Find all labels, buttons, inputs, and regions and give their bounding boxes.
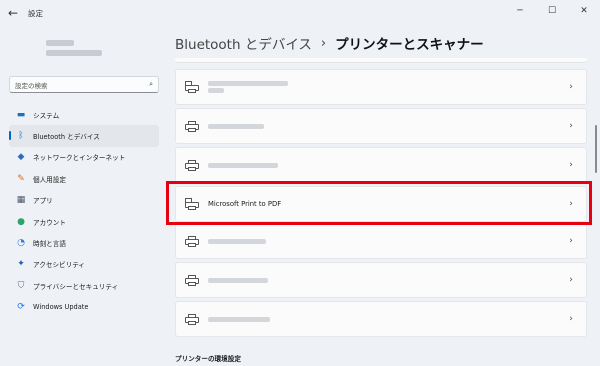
- close-icon: ✕: [580, 6, 588, 16]
- back-arrow-icon: ←: [7, 6, 19, 20]
- chevron-right-icon: ›: [569, 275, 573, 285]
- sidebar-item[interactable]: ᛒ Bluetooth とデバイス: [9, 125, 159, 147]
- printer-name-blur: [208, 81, 288, 86]
- sidebar-item[interactable]: ◔ 時刻と言語: [9, 232, 159, 253]
- monitor-icon: ▬: [16, 109, 26, 120]
- sidebar-item-label: 個人用設定: [33, 175, 66, 184]
- list-top-edge: [175, 58, 587, 63]
- printer-status-blur: [208, 88, 224, 93]
- maximize-button[interactable]: ☐: [536, 0, 568, 22]
- sidebar-item-label: システム: [33, 111, 60, 120]
- breadcrumb-separator-icon: ›: [320, 35, 327, 51]
- printer-name-blur: [208, 277, 268, 283]
- sidebar-item[interactable]: ● アカウント: [9, 211, 159, 232]
- back-button[interactable]: ←: [0, 0, 26, 26]
- bluetooth-icon: ᛒ: [18, 131, 24, 142]
- printer-row[interactable]: ›: [175, 262, 587, 298]
- chevron-right-icon: ›: [569, 314, 573, 324]
- maximize-icon: ☐: [547, 6, 557, 16]
- printer-info: [208, 315, 566, 324]
- sidebar-item-label: Bluetooth とデバイス: [33, 133, 100, 142]
- printer-name-blur: [208, 238, 266, 244]
- printer-info: [208, 237, 566, 246]
- printer-name-blur: [208, 316, 270, 322]
- printer-icon: [185, 120, 199, 132]
- profile-email-blur: [46, 50, 102, 56]
- sidebar-item-label: アプリ: [33, 197, 53, 206]
- chevron-right-icon: ›: [569, 121, 573, 131]
- sidebar-item-label: プライバシーとセキュリティ: [33, 282, 119, 291]
- chevron-right-icon: ›: [569, 160, 573, 170]
- app-title: 設定: [28, 8, 43, 18]
- highlight-box: [166, 181, 592, 225]
- chevron-right-icon: ›: [569, 82, 573, 92]
- printer-row[interactable]: ›: [175, 69, 587, 105]
- section-heading: プリンターの環境設定: [175, 355, 241, 363]
- search-input[interactable]: 設定の検索: [15, 80, 149, 90]
- sidebar-item[interactable]: ⟳ Windows Update: [9, 297, 159, 318]
- window-controls: ─ ☐ ✕: [504, 0, 600, 22]
- close-button[interactable]: ✕: [568, 0, 600, 22]
- printer-row[interactable]: ›: [175, 147, 587, 183]
- account-icon: ●: [17, 216, 25, 227]
- sidebar-item[interactable]: ▬ システム: [9, 104, 159, 125]
- wifi-icon: ◆: [17, 152, 25, 163]
- sidebar-item[interactable]: ✎ 個人用設定: [9, 168, 159, 189]
- brush-icon: ✎: [17, 173, 25, 184]
- printer-info: [208, 79, 566, 95]
- sidebar-item[interactable]: ⛉ プライバシーとセキュリティ: [9, 275, 159, 296]
- search-icon: ⌕: [149, 80, 153, 88]
- chevron-right-icon: ›: [569, 236, 573, 246]
- printer-name-blur: [208, 123, 264, 129]
- printer-info: [208, 161, 566, 170]
- printer-icon: [185, 313, 199, 325]
- sidebar-item[interactable]: ◆ ネットワークとインターネット: [9, 147, 159, 168]
- printer-row[interactable]: ›: [175, 223, 587, 259]
- title-bar: ← 設定 ─ ☐ ✕: [0, 0, 600, 26]
- sidebar-item[interactable]: ✦ アクセシビリティ: [9, 254, 159, 275]
- printer-info: [208, 122, 566, 131]
- printer-row[interactable]: ›: [175, 301, 587, 337]
- printer-name-blur: [208, 162, 278, 168]
- printer-info: [208, 276, 566, 285]
- printer-icon: [185, 159, 199, 171]
- printer-icon: [185, 235, 199, 247]
- breadcrumb-parent[interactable]: Bluetooth とデバイス: [175, 33, 312, 53]
- sidebar-item-label: 時刻と言語: [33, 240, 66, 249]
- sidebar-item[interactable]: ▦ アプリ: [9, 190, 159, 211]
- sidebar-item-label: Windows Update: [33, 303, 89, 312]
- windows-update-icon: ⟳: [17, 302, 25, 313]
- profile-name-blur: [46, 40, 74, 46]
- minimize-button[interactable]: ─: [504, 0, 536, 22]
- apps-icon: ▦: [16, 195, 26, 206]
- printer-row[interactable]: ›: [175, 108, 587, 144]
- page-title: プリンターとスキャナー: [335, 37, 484, 53]
- sidebar-nav: ▬ システム ᛒ Bluetooth とデバイス ◆ ネットワークとインターネット ✎ 個人用…: [9, 104, 159, 318]
- shield-icon: ⛉: [17, 280, 25, 291]
- globe-clock-icon: ◔: [17, 238, 25, 249]
- printer-icon: [185, 274, 199, 286]
- user-profile[interactable]: [46, 40, 102, 60]
- accessibility-icon: ✦: [17, 259, 25, 270]
- minimize-icon: ─: [517, 6, 523, 16]
- breadcrumb: Bluetooth とデバイス › プリンターとスキャナー: [175, 33, 484, 54]
- sidebar-item-label: アクセシビリティ: [33, 261, 86, 270]
- search-box[interactable]: 設定の検索 ⌕: [9, 76, 159, 93]
- sidebar-item-label: ネットワークとインターネット: [33, 154, 126, 163]
- sidebar-item-label: アカウント: [33, 218, 66, 227]
- scrollbar[interactable]: [595, 125, 597, 173]
- printer-doc-icon: [185, 80, 199, 93]
